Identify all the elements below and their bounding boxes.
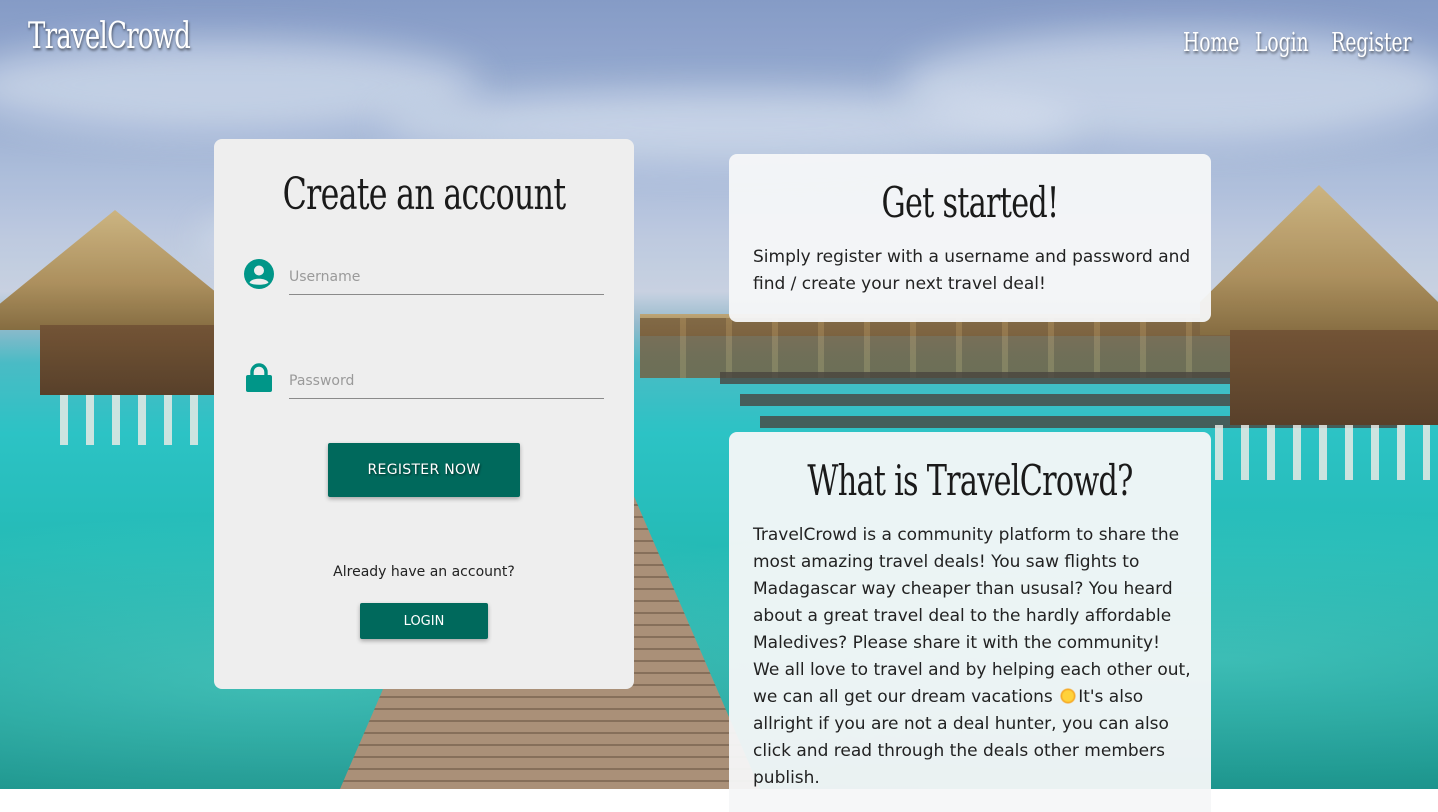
what-is-title: What is TravelCrowd? bbox=[807, 456, 1133, 505]
nav-link-home[interactable]: Home bbox=[1183, 28, 1239, 58]
account-circle-icon bbox=[244, 259, 274, 289]
register-now-button[interactable]: REGISTER NOW bbox=[328, 443, 520, 497]
login-button[interactable]: LOGIN bbox=[360, 603, 488, 639]
what-is-card: What is TravelCrowd? TravelCrowd is a co… bbox=[729, 432, 1211, 812]
register-title: Create an account bbox=[282, 169, 566, 220]
already-have-account-text: Already have an account? bbox=[333, 564, 515, 580]
password-field bbox=[244, 353, 604, 403]
nav-link-login[interactable]: Login bbox=[1255, 28, 1309, 58]
nav-link-register[interactable]: Register bbox=[1332, 28, 1412, 58]
get-started-card: Get started! Simply register with a user… bbox=[729, 154, 1211, 322]
sun-icon bbox=[1060, 688, 1077, 704]
username-field bbox=[244, 249, 604, 299]
get-started-title: Get started! bbox=[881, 178, 1060, 227]
register-card: Create an account REGISTER NOW Already h… bbox=[214, 139, 634, 689]
what-is-text: TravelCrowd is a community platform to s… bbox=[753, 522, 1191, 792]
brand-logo[interactable]: TravelCrowd bbox=[28, 16, 191, 57]
username-input[interactable] bbox=[289, 259, 604, 295]
lock-icon bbox=[244, 363, 274, 393]
get-started-text: Simply register with a username and pass… bbox=[753, 247, 1191, 294]
what-is-text-part-1: TravelCrowd is a community platform to s… bbox=[753, 525, 1191, 707]
password-input[interactable] bbox=[289, 363, 604, 399]
top-nav: Home Login Register bbox=[1163, 28, 1412, 58]
